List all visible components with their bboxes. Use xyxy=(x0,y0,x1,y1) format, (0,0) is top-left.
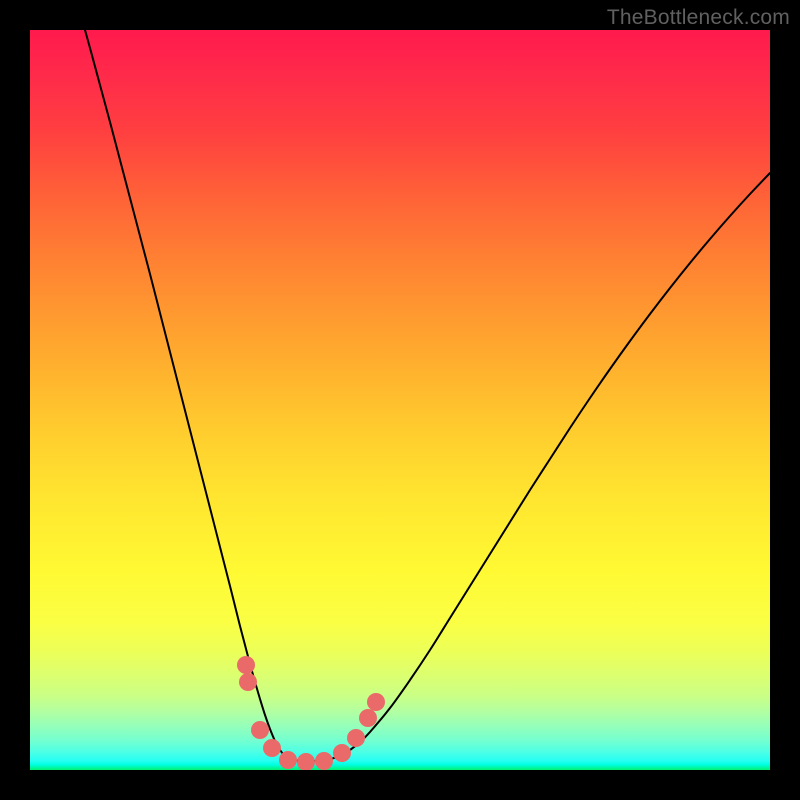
plot-area xyxy=(30,30,770,770)
marker-left-lower xyxy=(239,673,257,691)
bottleneck-curve xyxy=(85,30,770,761)
marker-right-top xyxy=(367,693,385,711)
chart-frame: TheBottleneck.com xyxy=(0,0,800,800)
marker-floor-3 xyxy=(315,752,333,770)
marker-right-base xyxy=(333,744,351,762)
marker-left-base-1 xyxy=(251,721,269,739)
marker-right-upper xyxy=(359,709,377,727)
curve-layer xyxy=(30,30,770,770)
marker-left-base-2 xyxy=(263,739,281,757)
watermark-label: TheBottleneck.com xyxy=(607,6,790,30)
marker-floor-1 xyxy=(279,751,297,769)
marker-left-upper xyxy=(237,656,255,674)
data-markers xyxy=(237,656,385,770)
marker-floor-2 xyxy=(297,753,315,770)
marker-right-lower xyxy=(347,729,365,747)
